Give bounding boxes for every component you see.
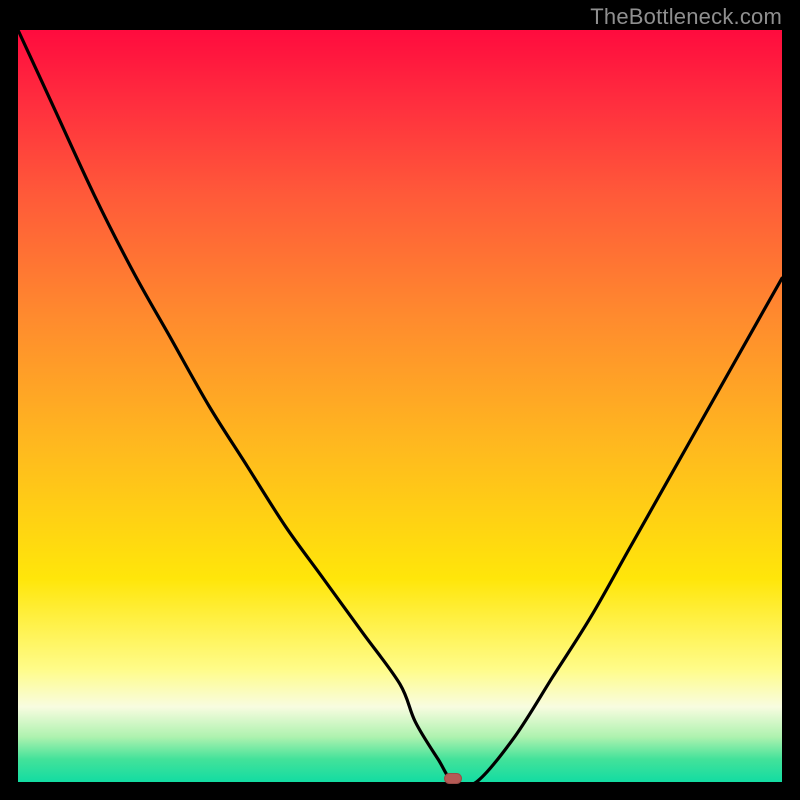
minimum-marker: [444, 773, 462, 784]
bottleneck-curve: [18, 30, 782, 782]
plot-area: [18, 30, 782, 782]
watermark-text: TheBottleneck.com: [590, 4, 782, 30]
chart-frame: TheBottleneck.com: [0, 0, 800, 800]
